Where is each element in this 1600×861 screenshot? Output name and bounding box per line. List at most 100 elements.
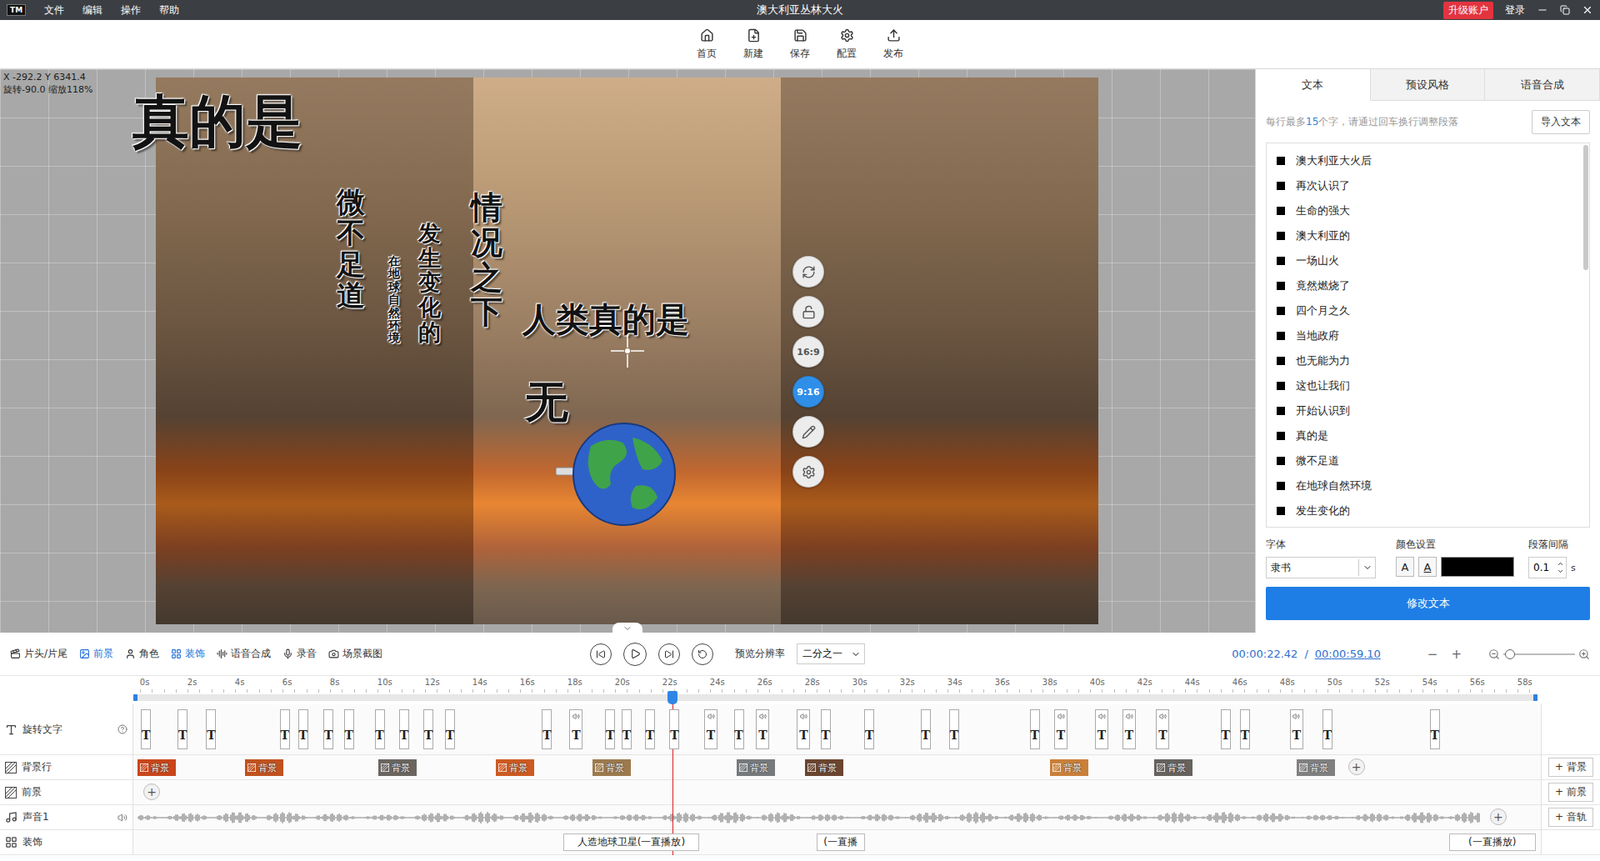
text-line[interactable]: 在地球自然环境 bbox=[1276, 473, 1580, 499]
canvas-text[interactable]: 无 bbox=[525, 377, 569, 425]
toolbar-button[interactable]: 新建 bbox=[733, 25, 774, 65]
volume-icon[interactable] bbox=[117, 812, 128, 823]
zoom-plus-button[interactable]: + bbox=[1447, 646, 1465, 662]
text-clip[interactable]: T bbox=[621, 709, 632, 750]
text-clip[interactable]: T bbox=[820, 709, 831, 750]
canvas-text[interactable]: 情况之下 bbox=[470, 190, 503, 330]
menu-item[interactable]: 文件 bbox=[44, 3, 65, 18]
background-clip[interactable]: 背景 bbox=[1154, 759, 1193, 776]
edit-button[interactable] bbox=[792, 415, 825, 448]
text-clip[interactable]: T bbox=[177, 709, 188, 750]
text-clip[interactable]: T bbox=[796, 709, 810, 750]
add-track-button[interactable]: + 背景 bbox=[1548, 757, 1594, 777]
add-track-button[interactable]: + 音轨 bbox=[1548, 807, 1594, 827]
track-content[interactable]: + bbox=[133, 805, 1541, 830]
menu-item[interactable]: 帮助 bbox=[159, 3, 180, 18]
decoration-clip[interactable]: (一直播放) bbox=[1449, 833, 1536, 851]
decoration-clip[interactable]: 人造地球卫星(一直播放) bbox=[563, 833, 700, 851]
playhead-marker[interactable] bbox=[667, 690, 678, 705]
text-clip[interactable]: T bbox=[1122, 709, 1136, 750]
add-clip-button[interactable]: + bbox=[143, 783, 160, 800]
timeline-tool[interactable]: 装饰 bbox=[170, 645, 205, 663]
text-line[interactable]: 当地政府 bbox=[1276, 323, 1580, 349]
panel-tab[interactable]: 文本 bbox=[1255, 69, 1371, 101]
minimize-button[interactable] bbox=[1536, 4, 1549, 16]
menu-item[interactable]: 操作 bbox=[120, 3, 141, 18]
text-clip[interactable]: T bbox=[1095, 709, 1109, 750]
close-button[interactable] bbox=[1581, 4, 1594, 16]
canvas-text[interactable]: 人类真的是 bbox=[522, 300, 690, 338]
panel-tab[interactable]: 语音合成 bbox=[1485, 69, 1600, 101]
canvas-text[interactable]: 在地球自然环境 bbox=[388, 255, 400, 345]
scrollbar[interactable] bbox=[1583, 145, 1589, 270]
login-button[interactable]: 登录 bbox=[1505, 3, 1525, 18]
background-clip[interactable]: 背景 bbox=[137, 759, 176, 776]
background-clip[interactable]: 背景 bbox=[378, 759, 417, 776]
text-clip[interactable]: T bbox=[344, 709, 355, 750]
text-clip[interactable]: T bbox=[423, 709, 434, 750]
text-clip[interactable]: T bbox=[1030, 709, 1040, 750]
text-clip[interactable]: T bbox=[734, 709, 745, 750]
text-clip[interactable]: T bbox=[569, 709, 583, 750]
text-clip[interactable]: T bbox=[298, 709, 309, 750]
text-clip[interactable]: T bbox=[1155, 709, 1170, 750]
toolbar-button[interactable]: 首页 bbox=[686, 25, 727, 65]
rotate-button[interactable] bbox=[792, 255, 825, 288]
help-icon[interactable] bbox=[117, 724, 128, 735]
upgrade-button[interactable]: 升级账户 bbox=[1443, 1, 1494, 20]
text-clip[interactable]: T bbox=[755, 709, 770, 750]
text-line[interactable]: 四个月之久 bbox=[1276, 298, 1580, 324]
background-clip[interactable]: 背景 bbox=[736, 759, 775, 776]
text-clip[interactable]: T bbox=[323, 709, 334, 750]
decoration-clip[interactable]: (一直播 bbox=[816, 833, 865, 851]
text-clip[interactable]: T bbox=[864, 709, 875, 750]
text-clip[interactable]: T bbox=[669, 709, 680, 750]
text-clip[interactable]: T bbox=[399, 709, 410, 750]
text-clip[interactable]: T bbox=[605, 709, 615, 750]
play-button[interactable] bbox=[623, 642, 647, 666]
text-line[interactable]: 开始认识到 bbox=[1276, 398, 1580, 424]
toolbar-button[interactable]: 保存 bbox=[780, 25, 820, 65]
resolution-select[interactable]: 二分之一 bbox=[796, 643, 865, 665]
text-clip[interactable]: T bbox=[1054, 709, 1068, 750]
text-clip[interactable]: T bbox=[280, 709, 290, 750]
text-clip[interactable]: T bbox=[949, 709, 960, 750]
text-clip[interactable]: T bbox=[541, 709, 552, 750]
text-clip[interactable]: T bbox=[704, 709, 718, 750]
canvas-text[interactable]: 发生变化的 bbox=[418, 220, 441, 345]
track-content[interactable]: 背景背景背景背景背景背景背景背景背景背景+ bbox=[133, 755, 1541, 780]
add-track-button[interactable]: + 前景 bbox=[1548, 782, 1594, 802]
menu-item[interactable]: 编辑 bbox=[82, 3, 103, 18]
panel-tab[interactable]: 预设风格 bbox=[1370, 69, 1486, 101]
ratio-button[interactable]: 9:16 bbox=[792, 375, 825, 408]
zoom-slider[interactable] bbox=[1488, 648, 1590, 660]
range-strip[interactable] bbox=[133, 694, 1538, 701]
timeline-tool[interactable]: 场景截图 bbox=[328, 645, 383, 663]
track-content[interactable]: 人造地球卫星(一直播放) (一直播 (一直播放) bbox=[133, 830, 1541, 855]
timeline-tool[interactable]: 角色 bbox=[125, 645, 160, 663]
background-clip[interactable]: 背景 bbox=[1050, 759, 1089, 776]
ratio-button[interactable]: 16:9 bbox=[792, 335, 825, 368]
collapse-handle[interactable] bbox=[612, 622, 643, 635]
timeline-tool[interactable]: 前景 bbox=[79, 645, 114, 663]
toolbar-button[interactable]: 配置 bbox=[826, 25, 867, 65]
lock-button[interactable] bbox=[792, 295, 825, 328]
text-line[interactable]: 也无能为力 bbox=[1276, 348, 1580, 374]
text-line[interactable]: 这也让我们 bbox=[1276, 373, 1580, 399]
text-clip[interactable]: T bbox=[645, 709, 655, 750]
text-clip[interactable]: T bbox=[1430, 709, 1440, 750]
text-clip[interactable]: T bbox=[140, 709, 151, 750]
settings-button[interactable] bbox=[792, 455, 825, 488]
text-clip[interactable]: T bbox=[1322, 709, 1333, 750]
timeline-tool[interactable]: 录音 bbox=[282, 645, 317, 663]
background-clip[interactable]: 背景 bbox=[495, 759, 535, 776]
earth-icon[interactable] bbox=[555, 420, 681, 530]
restore-button[interactable] bbox=[1560, 5, 1570, 15]
text-clip[interactable]: T bbox=[1290, 709, 1304, 750]
color-mode-button[interactable]: A bbox=[1395, 556, 1415, 577]
background-clip[interactable]: 背景 bbox=[805, 759, 844, 776]
text-line[interactable]: 澳大利亚大火后 bbox=[1276, 148, 1580, 174]
text-line[interactable]: 竟然燃烧了 bbox=[1276, 273, 1580, 299]
ruler[interactable]: 0s2s4s6s8s10s12s14s16s18s20s22s24s26s28s… bbox=[133, 675, 1541, 705]
text-line[interactable]: 真的是 bbox=[1276, 423, 1580, 449]
